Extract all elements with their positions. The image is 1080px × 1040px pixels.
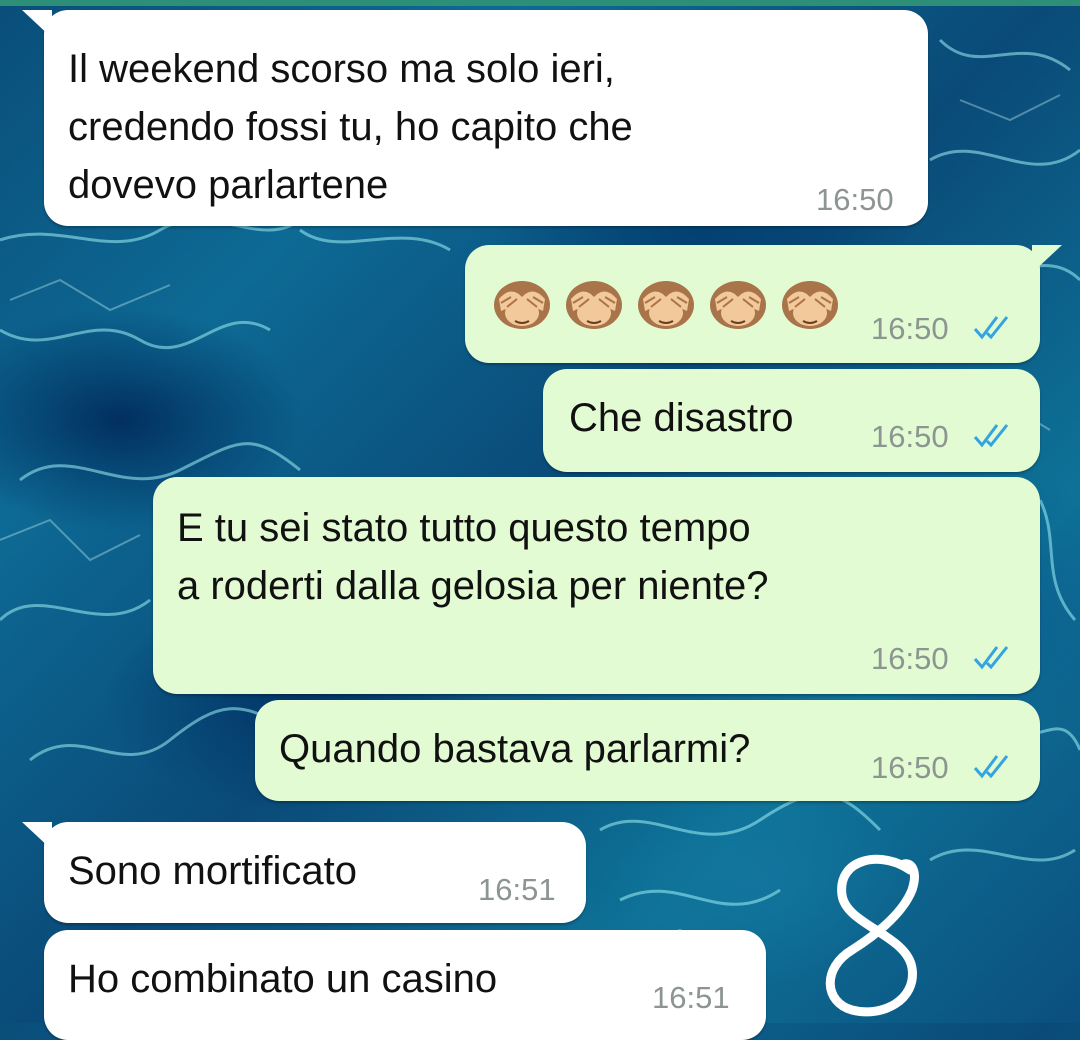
outgoing-message-bubble[interactable]: Quando bastava parlarmi? 16:50 (255, 700, 1040, 801)
handwritten-annotation: 8 (825, 854, 919, 1017)
message-timestamp: 16:51 (652, 980, 730, 1015)
bubble-tail (1032, 245, 1062, 273)
message-text: Ho combinato un casino (68, 957, 498, 1001)
bubble-tail (22, 822, 52, 850)
outgoing-message-bubble[interactable]: 16:50 (465, 245, 1040, 363)
message-text: Il weekend scorso ma solo ieri, credendo… (68, 47, 633, 207)
read-receipt-icon (973, 646, 1009, 670)
emoji-row (491, 277, 841, 331)
message-timestamp: 16:50 (871, 419, 949, 454)
message-text: Quando bastava parlarmi? (279, 727, 751, 771)
see-no-evil-monkey-icon (566, 281, 622, 329)
read-receipt-icon (973, 316, 1009, 340)
read-receipt-icon (973, 755, 1009, 779)
message-timestamp: 16:50 (871, 641, 949, 676)
incoming-message-bubble[interactable]: Ho combinato un casino 16:51 (44, 930, 766, 1040)
see-no-evil-monkey-icon (638, 281, 694, 329)
outgoing-message-bubble[interactable]: E tu sei stato tutto questo tempo a rode… (153, 477, 1040, 694)
outgoing-message-bubble[interactable]: Che disastro 16:50 (543, 369, 1040, 472)
incoming-message-bubble[interactable]: Sono mortificato 16:51 (44, 822, 586, 923)
see-no-evil-monkey-icon (494, 281, 550, 329)
incoming-message-bubble[interactable]: Il weekend scorso ma solo ieri, credendo… (44, 10, 928, 226)
message-timestamp: 16:50 (871, 750, 949, 785)
read-receipt-icon (973, 424, 1009, 448)
message-timestamp: 16:50 (816, 182, 894, 217)
message-timestamp: 16:51 (478, 872, 556, 907)
message-text: Che disastro (569, 396, 794, 440)
bubble-tail (22, 10, 52, 38)
message-timestamp: 16:50 (871, 311, 949, 346)
message-text: Sono mortificato (68, 849, 358, 893)
see-no-evil-monkey-icon (710, 281, 766, 329)
see-no-evil-monkey-icon (782, 281, 838, 329)
message-text: E tu sei stato tutto questo tempo a rode… (177, 506, 769, 608)
